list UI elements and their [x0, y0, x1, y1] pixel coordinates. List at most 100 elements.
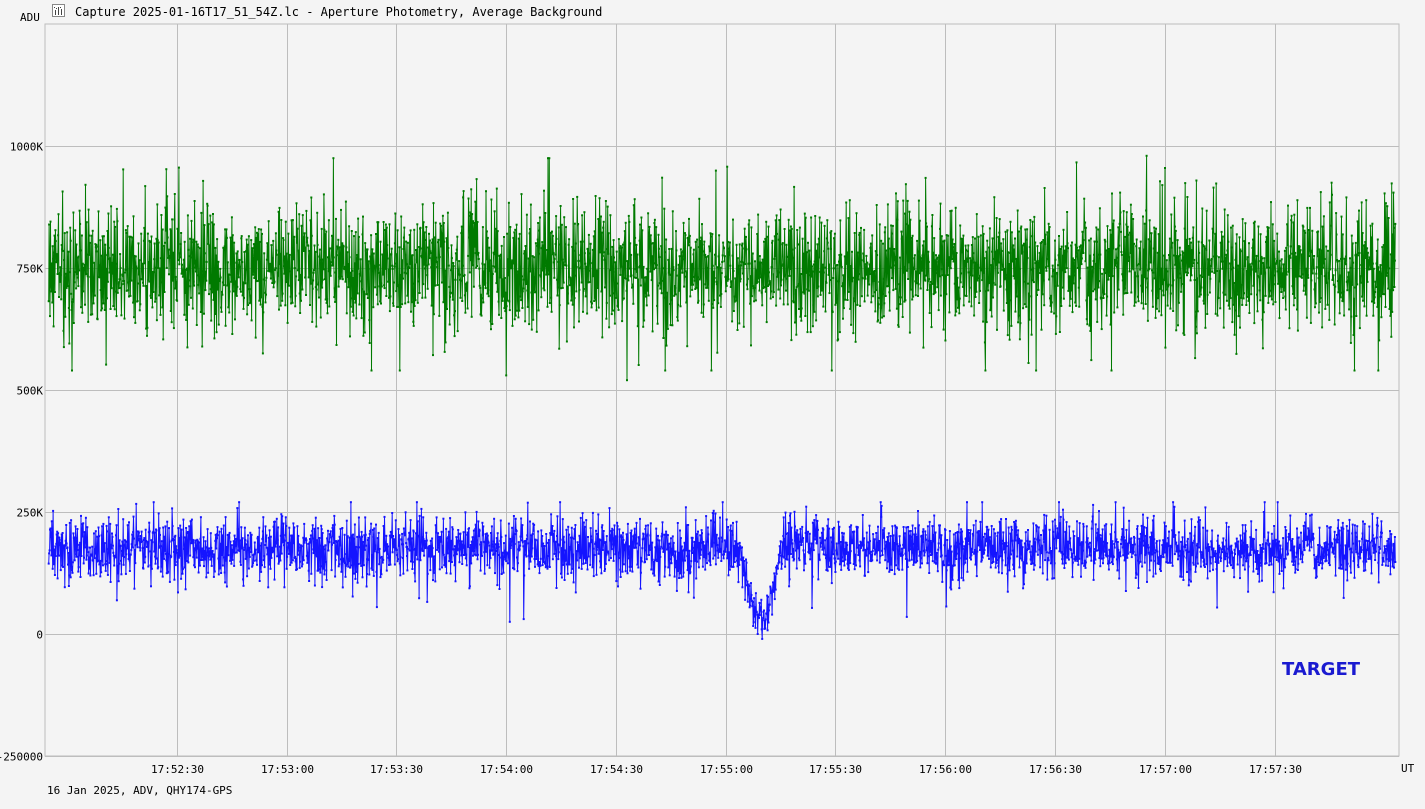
data-point [736, 285, 738, 287]
data-point [899, 303, 902, 306]
data-point [1363, 305, 1366, 308]
data-point [204, 289, 207, 292]
data-point [817, 237, 820, 240]
data-point [862, 260, 865, 263]
data-point [406, 555, 408, 557]
data-point [979, 234, 982, 237]
data-point [894, 547, 897, 550]
data-point [109, 257, 112, 260]
data-point [199, 311, 202, 313]
data-point [642, 325, 645, 328]
data-point [1154, 316, 1157, 319]
data-point [736, 565, 739, 568]
data-point [1023, 303, 1026, 306]
data-point [913, 257, 916, 260]
data-point [676, 562, 679, 565]
data-point [547, 555, 549, 557]
data-point [507, 522, 510, 525]
data-point [381, 271, 384, 274]
data-point [871, 559, 874, 562]
data-point [1086, 266, 1089, 269]
data-point [349, 271, 352, 274]
data-point [794, 539, 797, 542]
data-point [737, 264, 740, 267]
data-point [253, 250, 256, 253]
data-point [526, 501, 529, 504]
data-point [560, 547, 563, 550]
data-point [425, 539, 428, 542]
data-point [573, 537, 575, 540]
data-point [1222, 291, 1225, 294]
data-point [680, 545, 683, 548]
data-point [907, 549, 910, 552]
data-point [247, 263, 250, 266]
data-point [559, 205, 562, 207]
data-point [561, 286, 564, 289]
data-point [679, 248, 682, 251]
data-point [456, 330, 459, 333]
data-point [1079, 277, 1082, 280]
data-point [1286, 244, 1289, 247]
data-point [608, 507, 611, 510]
data-point [937, 309, 940, 312]
data-point [85, 221, 88, 224]
data-point [1356, 283, 1359, 286]
data-point [610, 313, 613, 316]
lightcurve-chart[interactable]: -2500000250K500K750K1000K17:52:30 17:53:0… [0, 0, 1425, 809]
data-point [1073, 259, 1076, 261]
data-point [247, 567, 250, 570]
data-point [943, 239, 946, 242]
data-point [812, 304, 815, 307]
data-point [1067, 289, 1070, 292]
data-point [225, 244, 227, 247]
data-point [1314, 302, 1317, 305]
data-point [317, 281, 320, 284]
data-point [956, 298, 959, 301]
data-point [1188, 265, 1191, 268]
data-point [983, 341, 986, 344]
data-point [307, 244, 310, 247]
data-point [874, 250, 877, 253]
data-point [485, 540, 488, 543]
data-point [1038, 251, 1041, 254]
data-point [1173, 196, 1176, 199]
data-point [200, 211, 203, 214]
data-point [700, 311, 703, 314]
data-point [841, 531, 844, 534]
data-point [201, 345, 204, 348]
data-point [1026, 257, 1029, 260]
data-point [189, 554, 192, 557]
data-point [1036, 294, 1038, 296]
data-point [657, 247, 660, 250]
data-point [790, 227, 793, 230]
data-point [55, 542, 58, 545]
data-point [233, 564, 236, 567]
data-point [623, 230, 626, 233]
data-point [104, 254, 107, 257]
data-point [798, 243, 801, 246]
data-point [73, 281, 76, 284]
data-point [910, 535, 913, 538]
data-point [769, 297, 772, 300]
data-point [321, 532, 324, 534]
data-point [1341, 233, 1344, 236]
data-point [503, 556, 506, 559]
data-point [267, 220, 270, 223]
data-point [860, 226, 862, 229]
data-point [205, 554, 208, 557]
data-point [331, 264, 334, 266]
data-point [906, 269, 909, 272]
data-point [681, 271, 684, 274]
data-point [553, 257, 556, 260]
data-point [899, 256, 901, 259]
data-point [232, 267, 235, 270]
data-point [658, 584, 661, 586]
data-point [903, 265, 906, 268]
data-point [411, 568, 414, 570]
data-point [520, 530, 523, 533]
data-point [1167, 283, 1170, 286]
data-point [258, 240, 261, 243]
data-point [844, 298, 847, 301]
data-point [792, 547, 795, 550]
data-point [427, 263, 430, 266]
